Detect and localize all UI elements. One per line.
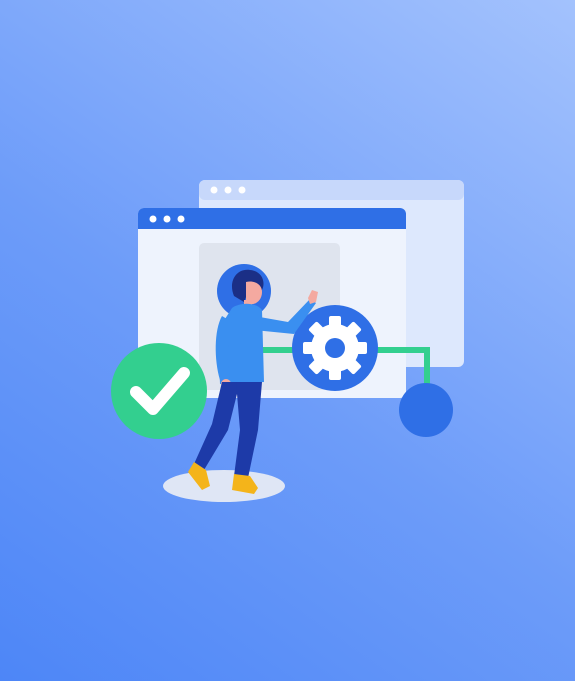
back-window-dot-3 [238, 186, 246, 194]
front-window-dot-2 [163, 215, 171, 223]
ground-shadow [163, 470, 285, 502]
node-circle-icon [399, 383, 453, 437]
front-window-dot-1 [149, 215, 157, 223]
settings-illustration [111, 180, 464, 502]
back-window-dot-2 [224, 186, 232, 194]
back-window-dot-1 [210, 186, 218, 194]
person-front-leg [234, 382, 262, 478]
front-window-dot-3 [177, 215, 185, 223]
checkmark-icon [111, 343, 207, 439]
illustration-canvas [0, 0, 575, 681]
